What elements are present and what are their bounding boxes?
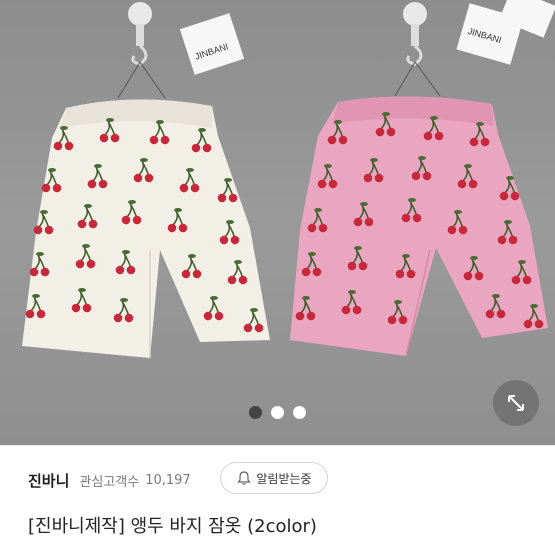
pagination-dot-2[interactable]: [271, 406, 284, 419]
brand-tag-left: JINBANI: [179, 13, 245, 75]
wall-hook-left: [128, 2, 152, 66]
favorite-count-label: 관심고객수: [79, 474, 140, 490]
image-pagination: [0, 406, 555, 419]
white-shorts: [22, 99, 270, 358]
notification-button[interactable]: 알림받는중: [220, 462, 328, 494]
pagination-dot-3[interactable]: [293, 406, 306, 419]
notification-button-label: 알림받는중: [256, 471, 312, 486]
expand-image-button[interactable]: [493, 380, 539, 426]
seller-info: 진바니 관심고객수 10,197: [28, 463, 191, 497]
bell-icon: [237, 471, 252, 485]
favorite-count: 10,197: [145, 472, 191, 488]
pagination-dot-1[interactable]: [249, 406, 262, 419]
seller-name[interactable]: 진바니: [28, 470, 69, 491]
product-image[interactable]: JINBANI JINBANI: [0, 0, 555, 445]
pink-shorts: [290, 96, 548, 357]
product-title: [진바니제작] 앵두 바지 잠옷 (2color): [28, 516, 317, 537]
expand-arrows-icon: [508, 395, 524, 411]
wall-hook-right: [403, 2, 427, 66]
product-photo-graphic: JINBANI JINBANI: [22, 0, 555, 358]
divider: [0, 445, 555, 446]
